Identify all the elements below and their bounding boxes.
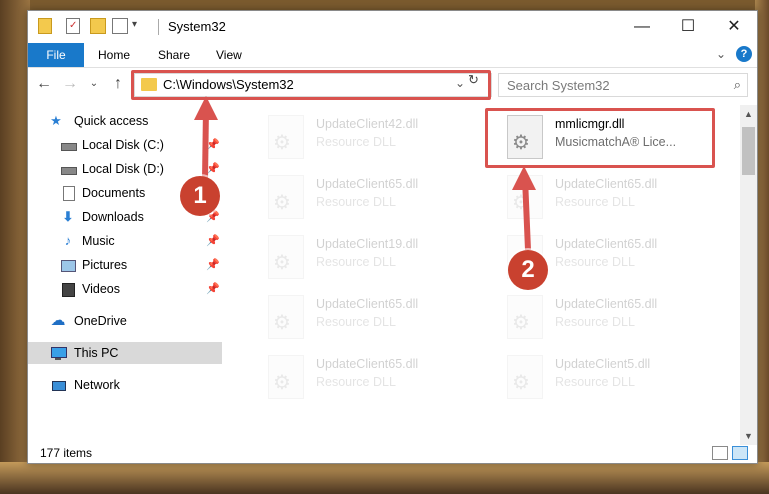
step-1-badge: 1: [180, 176, 220, 216]
arrow-2: [512, 166, 536, 251]
arrow-1: [194, 96, 218, 181]
annotation-layer: [194, 96, 536, 251]
step-2-badge: 2: [508, 250, 548, 290]
